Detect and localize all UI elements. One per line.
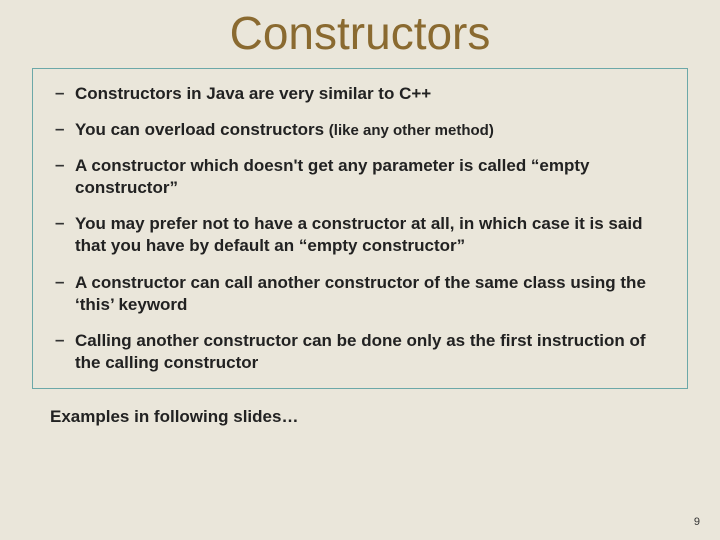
list-item: – A constructor which doesn't get any pa…	[53, 155, 667, 199]
bullet-text: Calling another constructor can be done …	[75, 330, 667, 374]
list-item: – Calling another constructor can be don…	[53, 330, 667, 374]
page-number: 9	[694, 516, 700, 528]
list-item: – A constructor can call another constru…	[53, 272, 667, 316]
list-item: – You may prefer not to have a construct…	[53, 213, 667, 257]
bullet-text: You can overload constructors (like any …	[75, 119, 667, 141]
footer-note: Examples in following slides…	[50, 407, 720, 427]
bullet-dash-icon: –	[53, 330, 75, 374]
bullet-text: Constructors in Java are very similar to…	[75, 83, 667, 105]
bullet-dash-icon: –	[53, 155, 75, 199]
bullet-dash-icon: –	[53, 213, 75, 257]
bullet-text: You may prefer not to have a constructor…	[75, 213, 667, 257]
content-box: – Constructors in Java are very similar …	[32, 68, 688, 389]
bullet-text: A constructor can call another construct…	[75, 272, 667, 316]
list-item: – Constructors in Java are very similar …	[53, 83, 667, 105]
bullet-text: A constructor which doesn't get any para…	[75, 155, 667, 199]
bullet-dash-icon: –	[53, 119, 75, 141]
bullet-text-small: (like any other method)	[329, 122, 494, 139]
bullet-dash-icon: –	[53, 272, 75, 316]
bullet-text-main: You can overload constructors	[75, 120, 329, 139]
bullet-dash-icon: –	[53, 83, 75, 105]
slide-title: Constructors	[0, 0, 720, 64]
list-item: – You can overload constructors (like an…	[53, 119, 667, 141]
